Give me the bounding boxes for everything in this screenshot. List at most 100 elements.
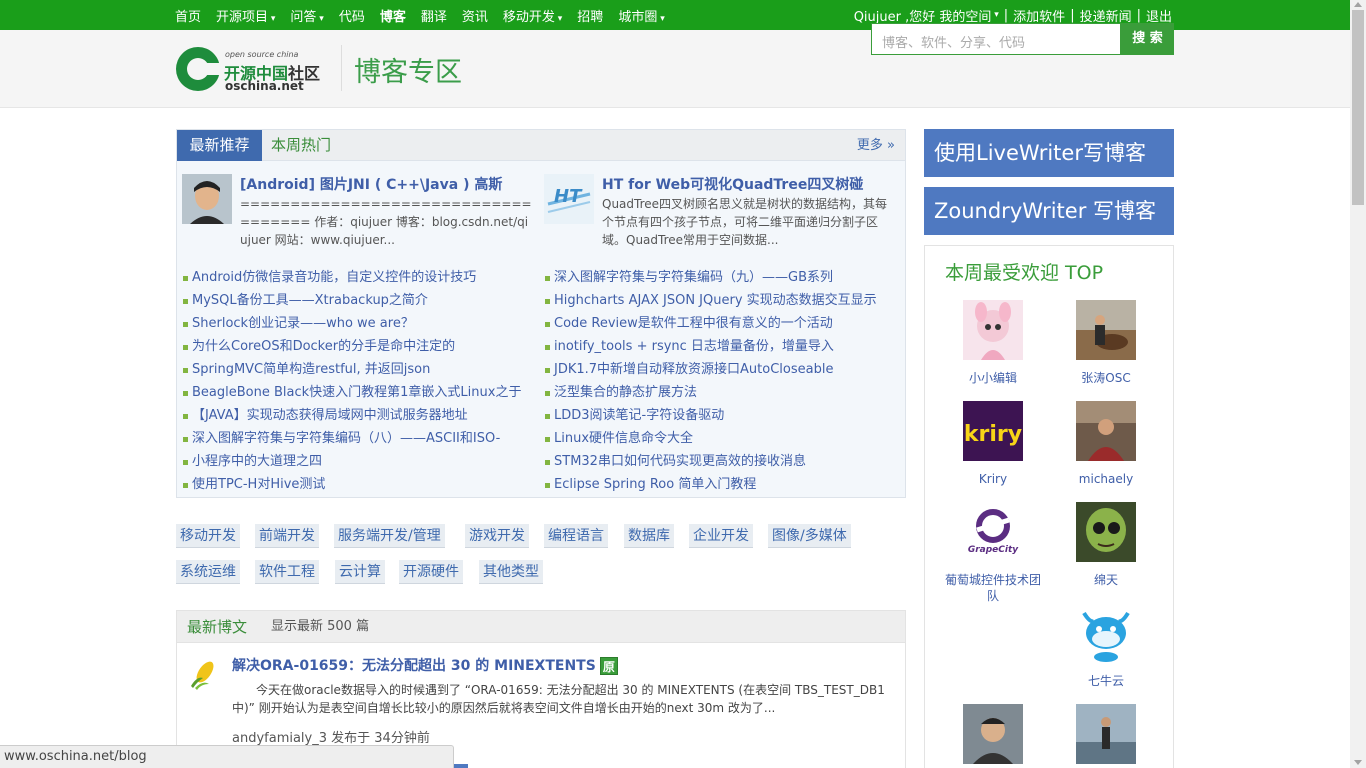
nav-mobile[interactable]: 移动开发 — [503, 6, 562, 25]
top-user[interactable]: GrapeCity 葡萄城控件技术团队 — [943, 502, 1043, 604]
search-input[interactable]: 博客、软件、分享、代码 — [871, 23, 1121, 55]
nav-news[interactable]: 资讯 — [462, 6, 488, 25]
list-item[interactable]: 泛型集合的静态扩展方法 — [545, 381, 900, 404]
list-item[interactable]: 深入图解字符集与字符集编码（八）——ASCII和ISO- — [183, 427, 538, 450]
nav-code[interactable]: 代码 — [339, 6, 365, 25]
list-item[interactable]: MySQL备份工具——Xtrabackup之简介 — [183, 289, 538, 312]
avatar[interactable] — [963, 300, 1023, 360]
nav-city[interactable]: 城市圈 — [618, 6, 664, 25]
avatar[interactable] — [1076, 401, 1136, 461]
nav-translate[interactable]: 翻译 — [421, 6, 447, 25]
top-user[interactable]: michaely — [1056, 401, 1156, 487]
list-item[interactable]: Linux硬件信息命令大全 — [545, 427, 900, 450]
nav-blog[interactable]: 博客 — [380, 6, 406, 25]
list-item[interactable]: Code Review是软件工程中很有意义的一个活动 — [545, 312, 900, 335]
featured-post-title[interactable]: HT for Web可视化QuadTree四叉树碰 — [602, 174, 863, 194]
username[interactable]: michaely — [1056, 471, 1156, 487]
qiniu-mascot-avatar[interactable] — [1076, 603, 1136, 663]
category-tag[interactable]: 图像/多媒体 — [768, 524, 851, 548]
author-avatar[interactable] — [182, 174, 232, 224]
list-item[interactable]: Sherlock创业记录——who we are？ — [183, 312, 538, 335]
top-user[interactable] — [943, 704, 1043, 768]
list-item[interactable]: inotify_tools + rsync 日志增量备份，增量导入 — [545, 335, 900, 358]
top-user[interactable]: kriry Kriry — [943, 401, 1043, 487]
kriry-logo-avatar[interactable]: kriry — [963, 401, 1023, 461]
category-tag[interactable]: 服务端开发/管理 — [334, 524, 445, 548]
list-item[interactable]: 为什么CoreOS和Docker的分手是命中注定的 — [183, 335, 538, 358]
oschina-logo[interactable]: open source china 开源中国社区 oschina.net — [176, 47, 328, 93]
chevron-down-icon: ▾ — [991, 10, 999, 20]
svg-text:kriry: kriry — [964, 422, 1022, 447]
avatar[interactable] — [963, 704, 1023, 764]
scroll-up-arrow-icon[interactable] — [1354, 2, 1362, 7]
top-user[interactable] — [1056, 704, 1156, 768]
top-user[interactable]: 小小编辑 — [943, 300, 1043, 386]
category-tag[interactable]: 前端开发 — [255, 524, 319, 548]
livewriter-button[interactable]: 使用LiveWriter写博客 — [924, 129, 1174, 177]
main-nav: 首页 开源项目 问答 代码 博客 翻译 资讯 移动开发 招聘 城市圈 — [175, 0, 680, 30]
list-item[interactable]: Android仿微信录音功能，自定义控件的设计技巧 — [183, 266, 538, 289]
search-button[interactable]: 搜 索 — [1121, 23, 1174, 55]
avatar[interactable] — [1076, 502, 1136, 562]
add-software-link[interactable]: 添加软件 — [1013, 6, 1065, 25]
my-space-link[interactable]: 我的空间 — [939, 6, 991, 25]
section-title: 博客专区 — [354, 57, 462, 88]
list-item[interactable]: LDD3阅读笔记-字符设备驱动 — [545, 404, 900, 427]
more-link[interactable]: 更多 » — [857, 130, 895, 161]
nav-qa[interactable]: 问答 — [290, 6, 323, 25]
category-tag[interactable]: 移动开发 — [176, 524, 240, 548]
tab-latest-recommend[interactable]: 最新推荐 — [177, 130, 262, 161]
list-item[interactable]: SpringMVC简单构造restful, 并返回json — [183, 358, 538, 381]
list-item[interactable]: 深入图解字符集与字符集编码（九）——GB系列 — [545, 266, 900, 289]
ht-logo-image[interactable]: HT — [544, 174, 594, 224]
top-user[interactable]: 绵天 — [1056, 502, 1156, 588]
username[interactable]: Kriry — [943, 471, 1043, 487]
category-tag[interactable]: 系统运维 — [176, 560, 240, 584]
nav-jobs[interactable]: 招聘 — [577, 6, 603, 25]
post-title[interactable]: 解决ORA-01659：无法分配超出 30 的 MINEXTENTS 原 — [232, 655, 618, 675]
divider: | — [1070, 7, 1075, 23]
nav-projects[interactable]: 开源项目 — [216, 6, 275, 25]
logo-tagline: open source china — [225, 50, 299, 59]
category-tag[interactable]: 企业开发 — [689, 524, 753, 548]
featured-post-title[interactable]: [Android] 图片JNI ( C++\Java ) 高斯 — [240, 174, 502, 194]
list-item[interactable]: JDK1.7中新增自动释放资源接口AutoCloseable — [545, 358, 900, 381]
tab-weekly-hot[interactable]: 本周热门 — [271, 130, 331, 161]
scroll-down-arrow-icon[interactable] — [1354, 760, 1362, 765]
zoundrywriter-button[interactable]: ZoundryWriter 写博客 — [924, 187, 1174, 235]
category-tag[interactable]: 游戏开发 — [465, 524, 529, 548]
username[interactable]: 小小编辑 — [943, 370, 1043, 386]
username[interactable]: 绵天 — [1056, 572, 1156, 588]
category-tag[interactable]: 开源硬件 — [399, 560, 463, 584]
category-tag[interactable]: 云计算 — [335, 560, 385, 584]
featured-post-desc: QuadTree四叉树顾名思义就是树状的数据结构，其每个节点有四个孩子节点，可将… — [602, 197, 888, 247]
scrollbar-thumb[interactable] — [1352, 10, 1364, 205]
list-item[interactable]: Highcharts AJAX JSON JQuery 实现动态数据交互显示 — [545, 289, 900, 312]
divider: | — [1003, 7, 1009, 23]
nav-home[interactable]: 首页 — [175, 6, 201, 25]
username[interactable]: 葡萄城控件技术团队 — [943, 572, 1043, 604]
category-tag[interactable]: 数据库 — [624, 524, 674, 548]
username[interactable]: 七牛云 — [1056, 673, 1156, 689]
list-item[interactable]: BeagleBone Black快速入门教程第1章嵌入式Linux之于 — [183, 381, 538, 404]
category-tag[interactable]: 软件工程 — [255, 560, 319, 584]
latest-posts-title: 最新博文 — [187, 618, 248, 636]
logout-link[interactable]: 退出 — [1146, 6, 1172, 25]
list-item[interactable]: STM32串口如何代码实现更高效的接收消息 — [545, 450, 900, 473]
original-badge: 原 — [599, 657, 618, 675]
list-item[interactable]: Eclipse Spring Roo 简单入门教程 — [545, 473, 900, 496]
list-item[interactable]: 【JAVA】实现动态获得局域网中测试服务器地址 — [183, 404, 538, 427]
header-divider — [341, 45, 342, 91]
category-tag[interactable]: 其他类型 — [479, 560, 543, 584]
category-tag[interactable]: 编程语言 — [544, 524, 608, 548]
top-user[interactable]: 七牛云 — [1056, 603, 1156, 689]
recommend-tabs: 最新推荐 本周热门 更多 » — [177, 130, 905, 161]
list-item[interactable]: 小程序中的大道理之四 — [183, 450, 538, 473]
list-item[interactable]: 使用TPC-H对Hive测试 — [183, 473, 538, 496]
top-user[interactable]: 张涛OSC — [1056, 300, 1156, 386]
avatar[interactable] — [1076, 704, 1136, 764]
grapecity-logo-avatar[interactable]: GrapeCity — [963, 502, 1023, 562]
submit-news-link[interactable]: 投递新闻 — [1080, 6, 1132, 25]
avatar[interactable] — [1076, 300, 1136, 360]
username[interactable]: 张涛OSC — [1056, 370, 1156, 386]
